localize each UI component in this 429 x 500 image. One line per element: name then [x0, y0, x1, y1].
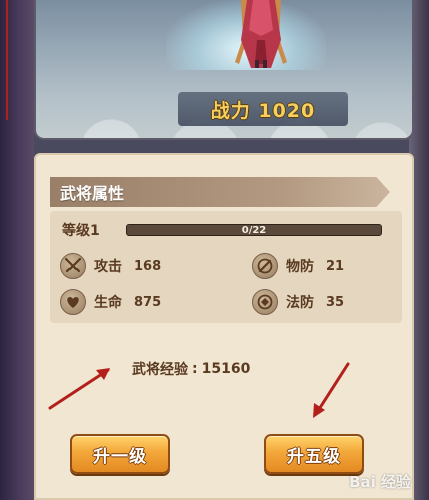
- level-up-five-button[interactable]: 升五级: [264, 434, 364, 474]
- watermark: Bai 经验: [349, 471, 411, 492]
- stat-attack-value: 168: [134, 258, 162, 274]
- section-header: 武将属性: [50, 177, 406, 207]
- general-exp-value: 15160: [201, 361, 251, 377]
- heart-icon: [60, 289, 86, 315]
- general-figure-icon: [235, 0, 287, 68]
- stat-magic-defense-value: 35: [326, 294, 345, 310]
- annotation-arrow-five-button: [313, 362, 350, 418]
- stat-magic-defense-name: 法防: [286, 295, 314, 311]
- section-title: 武将属性: [60, 184, 125, 203]
- hero-portrait-panel: 战力 1020: [34, 0, 414, 140]
- watermark-text: Bai 经验: [349, 473, 411, 491]
- left-edge-decoration: [0, 0, 34, 500]
- combat-power-text: 战力 1020: [210, 99, 316, 122]
- stat-magic-defense: 法防 35: [252, 289, 344, 315]
- general-exp-line: 武将经验 : 15160: [132, 359, 250, 379]
- combat-power-plate: 战力 1020: [178, 92, 348, 126]
- level-xp-text: 0/22: [241, 224, 267, 236]
- stats-box: 等级1 0/22 攻击 168 物防 21 生命 875 法防 35: [50, 211, 402, 323]
- general-attributes-panel: 武将属性 等级1 0/22 攻击 168 物防 21 生命 875 法防 35 …: [34, 153, 414, 500]
- stat-physical-defense-value: 21: [326, 258, 345, 274]
- stat-attack-name: 攻击: [94, 259, 122, 275]
- annotation-arrow-exp: [48, 368, 110, 410]
- general-exp-label: 武将经验: [132, 362, 188, 378]
- stat-physical-defense: 物防 21: [252, 253, 344, 279]
- level-label: 等级1: [62, 223, 100, 239]
- stat-physical-defense-name: 物防: [286, 259, 314, 275]
- stat-attack: 攻击 168: [60, 253, 161, 279]
- crossed-swords-icon: [60, 253, 86, 279]
- stat-health-name: 生命: [94, 295, 122, 311]
- general-exp-separator: :: [192, 361, 198, 377]
- level-xp-bar: 0/22: [126, 224, 382, 236]
- stat-health-value: 875: [134, 294, 162, 310]
- sword-shield-icon: [252, 253, 278, 279]
- magic-shield-icon: [252, 289, 278, 315]
- stat-health: 生命 875: [60, 289, 161, 315]
- level-up-one-button[interactable]: 升一级: [70, 434, 170, 474]
